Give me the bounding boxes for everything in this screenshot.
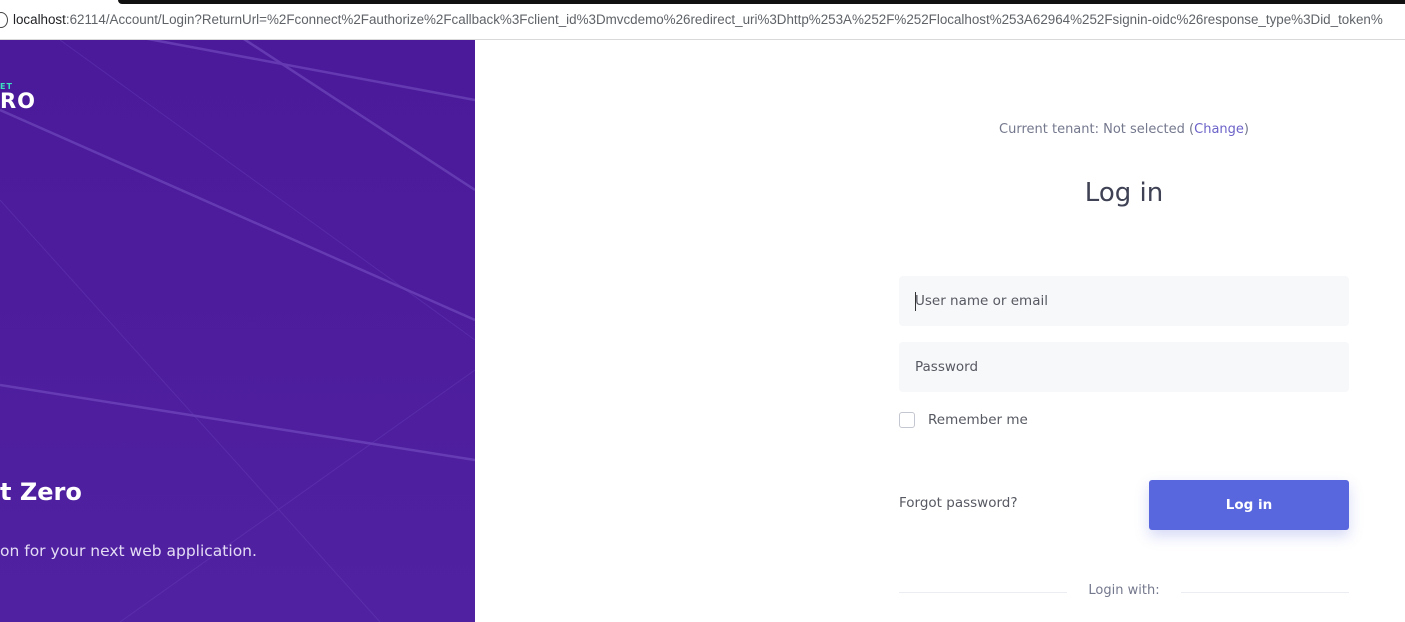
page-title: Log in	[1084, 178, 1164, 208]
remember-me[interactable]: Remember me	[899, 412, 1028, 428]
hero-subtitle: on for your next web application.	[0, 542, 257, 560]
logo-wordmark: RO	[0, 89, 37, 113]
url-text[interactable]: localhost:62114/Account/Login?ReturnUrl=…	[13, 12, 1383, 27]
forgot-password-link[interactable]: Forgot password?	[899, 495, 1018, 511]
divider-line-right	[1181, 592, 1349, 593]
change-tenant-link[interactable]: Change	[1194, 122, 1244, 137]
url-host: localhost	[13, 12, 66, 27]
hero-title: t Zero	[0, 478, 82, 506]
tenant-suffix: )	[1243, 122, 1249, 137]
login-with-divider: Login with:	[899, 582, 1349, 602]
login-with-label: Login with:	[1088, 583, 1160, 598]
url-path: :62114/Account/Login?ReturnUrl=%2Fconnec…	[65, 12, 1383, 27]
login-button[interactable]: Log in	[1149, 480, 1349, 530]
browser-address-bar[interactable]: localhost:62114/Account/Login?ReturnUrl=…	[0, 0, 1405, 40]
username-input[interactable]	[899, 276, 1349, 326]
remember-me-checkbox[interactable]	[899, 412, 915, 428]
password-input[interactable]	[899, 342, 1349, 392]
hero-panel: ET RO t Zero on for your next web applic…	[0, 40, 475, 622]
tenant-text: Current tenant: Not selected (	[999, 122, 1195, 137]
info-icon[interactable]	[0, 12, 8, 28]
browser-tab-strip	[118, 0, 1405, 4]
tenant-status: Current tenant: Not selected (Change)	[899, 122, 1349, 137]
remember-me-label[interactable]: Remember me	[928, 412, 1028, 428]
text-cursor	[915, 292, 916, 311]
decorative-lines	[0, 40, 475, 622]
